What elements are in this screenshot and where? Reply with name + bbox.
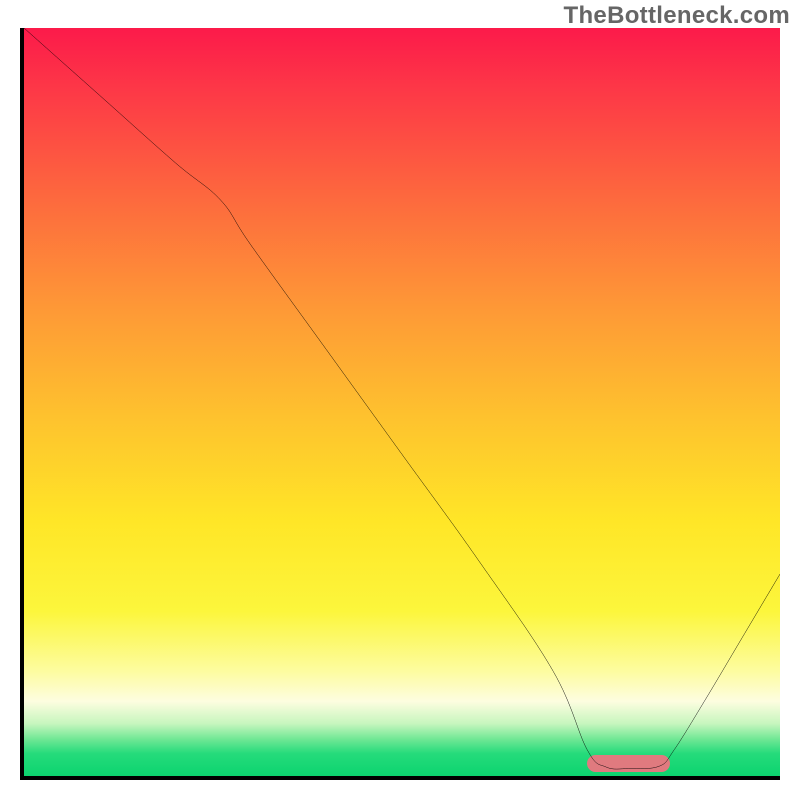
watermark-text: TheBottleneck.com xyxy=(564,2,790,30)
curve-path xyxy=(24,28,780,769)
chart-plot-area xyxy=(20,28,780,780)
bottleneck-curve xyxy=(24,28,780,776)
chart-stage: TheBottleneck.com xyxy=(0,0,800,800)
